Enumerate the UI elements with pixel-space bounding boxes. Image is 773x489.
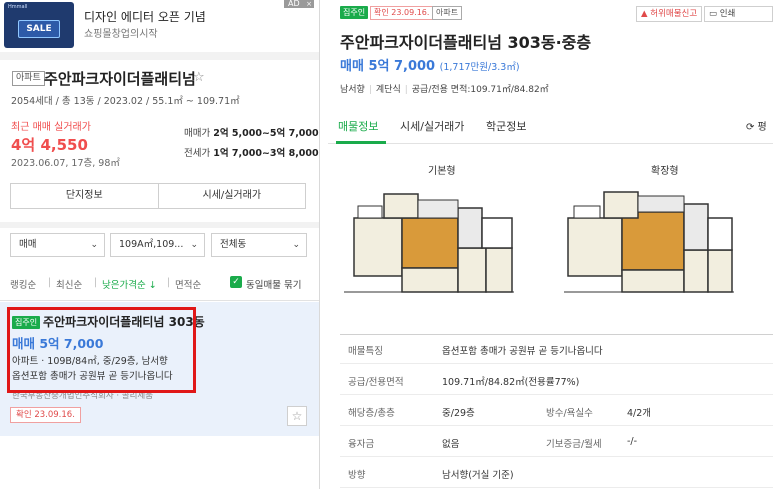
- trade-type-select[interactable]: 매매 ⌄: [10, 233, 105, 257]
- row-value: 남서향(거실 기준): [442, 470, 514, 481]
- recent-trade-date: 2023.06.07, 17층, 98㎡: [11, 158, 120, 169]
- row-label: 방향: [348, 470, 366, 481]
- sale-price-label: 매매가: [184, 128, 211, 139]
- property-type-tag: 아파트: [432, 6, 463, 20]
- ad-thumbnail[interactable]: Hmmall SALE: [4, 2, 74, 48]
- sort-separator: |: [167, 277, 171, 288]
- chevron-down-icon: ⌄: [190, 240, 198, 250]
- ad-brand: Hmmall: [8, 4, 28, 10]
- complex-name: 주안파크자이더플래티넘: [44, 70, 196, 88]
- detail-title: 주안파크자이더플래티넘 303동·중층: [340, 33, 592, 52]
- row-value-2: 4/2개: [627, 408, 652, 419]
- recent-trade-price: 4억 4,550: [11, 136, 88, 154]
- table-row: 공급/전용면적 109.71㎡/84.82㎡(전용률77%): [340, 366, 773, 395]
- complex-type-tag: 아파트: [12, 71, 45, 86]
- spec-stairs: 계단식: [375, 85, 401, 95]
- row-label-2: 기보증금/월세: [546, 439, 602, 450]
- detail-panel: 집주인 확인 23.09.16. 아파트 ▲ 허위매물신고 ▭ 인쇄 주안파크자…: [328, 0, 773, 489]
- jeonse-price-label: 전세가: [184, 148, 211, 159]
- report-button-label: 허위매물신고: [650, 9, 698, 19]
- row-label: 공급/전용면적: [348, 377, 404, 388]
- tab-school-info[interactable]: 학군정보: [486, 118, 526, 134]
- row-value: 109.71㎡/84.82㎡(전용률77%): [442, 377, 580, 388]
- ad-badge: AD: [284, 0, 304, 8]
- detail-price-per-area: (1,717만원/3.3㎡): [439, 62, 520, 73]
- ad-subtitle[interactable]: 쇼핑몰창업의시작: [84, 25, 158, 40]
- print-button-label: 인쇄: [719, 9, 736, 19]
- confirm-date-badge: 확인 23.09.16.: [10, 407, 81, 423]
- complex-button-row: 단지정보 시세/실거래가: [10, 183, 306, 209]
- row-value: 중/29층: [442, 408, 475, 419]
- area-select[interactable]: 109A㎡,109... ⌄: [110, 233, 205, 257]
- row-label: 매물특징: [348, 346, 383, 357]
- floorplan-extended-image[interactable]: [564, 188, 734, 298]
- sale-price-range: 매매가 2억 5,000~5억 7,000: [184, 125, 319, 139]
- siren-icon: ▲: [641, 9, 648, 19]
- dong-select[interactable]: 전체동 ⌄: [211, 233, 307, 257]
- tab-price-history[interactable]: 시세/실거래가: [400, 118, 464, 134]
- sort-area[interactable]: 면적순: [175, 277, 201, 291]
- owner-tag: 집주인: [340, 6, 369, 19]
- checkbox-icon[interactable]: ✓: [230, 276, 242, 288]
- complex-meta: 2054세대 / 총 13동 / 2023.02 / 55.1㎡ ~ 109.7…: [11, 96, 240, 107]
- row-label: 융자금: [348, 439, 375, 450]
- floorplan-basic-image[interactable]: [344, 188, 514, 298]
- row-value: 옵션포함 총매가 공원뷰 곧 등기나옵니다: [442, 346, 603, 357]
- tab-listing-info[interactable]: 매물정보: [338, 118, 378, 134]
- sort-latest[interactable]: 최신순: [56, 277, 82, 291]
- favorite-star-icon[interactable]: ☆: [193, 70, 205, 85]
- sale-price-value: 2억 5,000~5억 7,000: [213, 128, 319, 139]
- price-history-button[interactable]: 시세/실거래가: [157, 184, 306, 208]
- trade-type-value: 매매: [19, 239, 37, 250]
- sort-low-price-label: 낮은가격순: [102, 280, 146, 291]
- detail-specs: 남서향 | 계단식 | 공급/전용 면적:109.71㎡/84.82㎡: [340, 85, 549, 95]
- row-label-2: 방수/욕실수: [546, 408, 593, 419]
- print-button[interactable]: ▭ 인쇄: [704, 6, 773, 22]
- sort-bar: 랭킹순 | 최신순 | 낮은가격순 ↓ | 면적순 ✓ 동일매물 묶기: [0, 263, 319, 301]
- area-value: 109A㎡,109...: [119, 239, 184, 250]
- chevron-down-icon: ⌄: [90, 240, 98, 250]
- print-icon: ▭: [709, 9, 718, 19]
- highlight-box: [7, 307, 196, 393]
- dong-value: 전체동: [220, 239, 247, 250]
- table-row: 융자금 없음 기보증금/월세 -/-: [340, 428, 773, 457]
- spec-area: 공급/전용 면적:109.71㎡/84.82㎡: [411, 85, 549, 95]
- sort-separator: |: [48, 277, 52, 288]
- sort-low-price[interactable]: 낮은가격순 ↓: [102, 277, 157, 291]
- same-listing-label[interactable]: 동일매물 묶기: [246, 277, 301, 291]
- ad-title[interactable]: 디자인 에디터 오픈 기념: [84, 8, 206, 25]
- table-row: 해당층/총층 중/29층 방수/욕실수 4/2개: [340, 397, 773, 426]
- ad-close-icon[interactable]: ×: [304, 0, 314, 8]
- complex-info-button[interactable]: 단지정보: [11, 184, 158, 208]
- active-tab-underline: [336, 141, 386, 144]
- detail-price-value: 매매 5억 7,000: [340, 59, 436, 74]
- sort-ranking[interactable]: 랭킹순: [10, 277, 36, 291]
- row-value: 없음: [442, 439, 460, 450]
- spec-direction: 남서향: [340, 85, 365, 95]
- divider: [0, 222, 319, 228]
- favorite-star-icon[interactable]: ☆: [287, 406, 307, 426]
- recent-trade-label: 최근 매매 실거래가: [11, 122, 91, 133]
- ad-sale-graphic: SALE: [18, 20, 60, 38]
- sort-separator: |: [94, 277, 98, 288]
- detail-price: 매매 5억 7,000 (1,717만원/3.3㎡): [340, 55, 520, 74]
- report-button[interactable]: ▲ 허위매물신고: [636, 6, 703, 22]
- divider: [0, 52, 319, 60]
- left-panel: Hmmall SALE 디자인 에디터 오픈 기념 쇼핑몰창업의시작 AD × …: [0, 0, 320, 489]
- confirm-date-badge: 확인 23.09.16.: [370, 6, 434, 20]
- sort-arrow-icon: ↓: [148, 280, 157, 291]
- chevron-down-icon: ⌄: [292, 240, 300, 250]
- table-row: 방향 남서향(거실 기준): [340, 459, 773, 488]
- refresh-button[interactable]: ⟳ 평: [746, 118, 773, 133]
- jeonse-price-range: 전세가 1억 7,000~3억 8,000: [184, 145, 319, 159]
- row-value-2: -/-: [627, 436, 638, 447]
- row-label: 해당층/총층: [348, 408, 395, 419]
- detail-tabs: 매물정보 시세/실거래가 학군정보 ⟳ 평: [328, 108, 773, 144]
- floorplan-extended-label: 확장형: [651, 166, 679, 177]
- floorplan-basic-label: 기본형: [428, 166, 456, 177]
- table-row: 매물특징 옵션포함 총매가 공원뷰 곧 등기나옵니다: [340, 335, 773, 364]
- jeonse-price-value: 1억 7,000~3억 8,000: [213, 148, 319, 159]
